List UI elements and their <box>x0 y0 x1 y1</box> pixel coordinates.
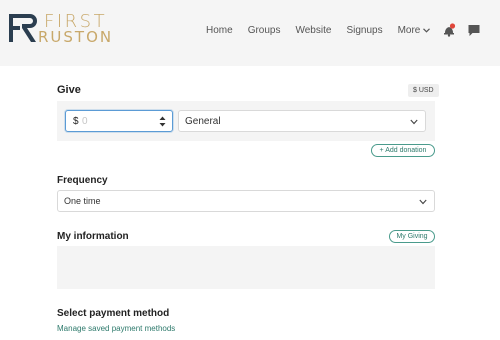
nav-more[interactable]: More <box>398 25 431 36</box>
nav-home[interactable]: Home <box>206 25 233 36</box>
payment-method-title: Select payment method <box>57 308 170 319</box>
church-logo[interactable]: FIRST RUSTON <box>8 11 111 46</box>
logo-monogram <box>9 14 37 42</box>
fund-select-value: General <box>185 116 221 127</box>
give-title: Give <box>57 84 81 96</box>
fund-select[interactable]: General <box>178 110 426 132</box>
bell-icon[interactable] <box>442 23 456 37</box>
frequency-select-value: One time <box>64 196 101 206</box>
stepper-icon[interactable] <box>159 115 166 128</box>
main-nav: Home Groups Website Signups More <box>206 23 492 37</box>
nav-more-label: More <box>397 24 421 36</box>
site-header: FIRST RUSTON Home Groups Website Signups… <box>0 0 500 66</box>
add-donation-button[interactable]: + Add donation <box>371 144 435 157</box>
my-information-title: My information <box>57 231 129 242</box>
frequency-title: Frequency <box>57 175 108 186</box>
manage-payment-methods-link[interactable]: Manage saved payment methods <box>57 324 175 333</box>
nav-groups[interactable]: Groups <box>248 25 281 36</box>
chevron-down-icon <box>419 199 427 205</box>
frequency-select[interactable]: One time <box>57 190 435 212</box>
currency-badge[interactable]: $ USD <box>408 84 439 97</box>
chevron-down-icon <box>423 27 431 33</box>
amount-input[interactable]: $ 0 <box>65 110 173 132</box>
nav-signups[interactable]: Signups <box>346 25 382 36</box>
logo-word-ruston: RUSTON <box>38 28 114 46</box>
chat-icon[interactable] <box>467 23 481 37</box>
my-giving-button[interactable]: My Giving <box>389 230 435 243</box>
amount-placeholder: 0 <box>82 116 88 127</box>
chevron-down-icon <box>410 119 418 125</box>
nav-website[interactable]: Website <box>295 25 331 36</box>
currency-symbol: $ <box>73 116 79 127</box>
my-information-panel <box>57 246 435 289</box>
